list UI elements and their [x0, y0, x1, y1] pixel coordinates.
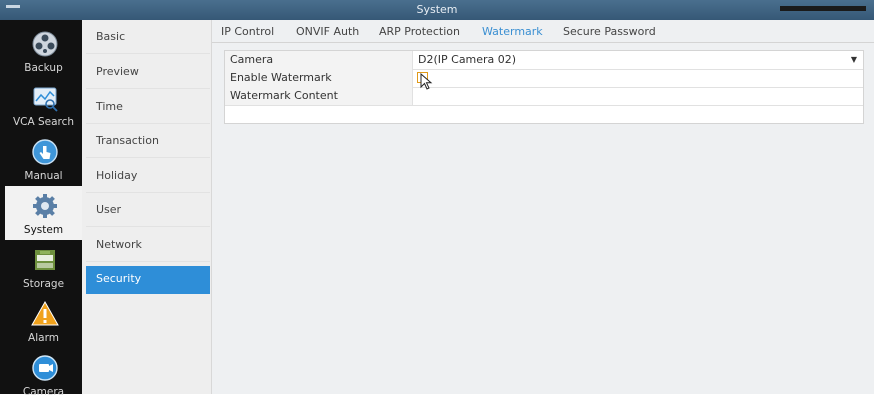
watermark-form: Camera D2(IP Camera 02) ▼ Enable Waterma…: [224, 50, 864, 124]
module-label: Manual: [24, 170, 63, 182]
submenu-item-transaction[interactable]: Transaction: [86, 124, 210, 158]
module-alarm[interactable]: Alarm: [5, 294, 82, 348]
module-label: VCA Search: [12, 116, 75, 128]
window-title-bar: System: [0, 0, 874, 20]
title-bar-accent: [6, 5, 20, 8]
camera-row: Camera D2(IP Camera 02) ▼: [225, 51, 863, 70]
module-manual[interactable]: Manual: [5, 132, 82, 186]
watermark-content-label: Watermark Content: [225, 87, 413, 105]
module-vca-search[interactable]: VCA Search: [5, 78, 82, 132]
camera-select-value: D2(IP Camera 02): [418, 53, 517, 66]
submenu-item-user[interactable]: User: [86, 193, 210, 227]
module-label: System: [23, 224, 64, 236]
submenu-item-preview[interactable]: Preview: [86, 55, 210, 89]
module-backup[interactable]: Backup: [5, 24, 82, 78]
watermark-content-input[interactable]: [414, 87, 863, 105]
camera-select[interactable]: D2(IP Camera 02) ▼: [414, 51, 863, 69]
enable-watermark-cell: [414, 69, 863, 90]
submenu-item-basic[interactable]: Basic: [86, 20, 210, 54]
tab-watermark[interactable]: Watermark: [482, 20, 543, 42]
window-title: System: [416, 3, 458, 16]
title-bar-right-strip: [780, 6, 866, 11]
camera-label: Camera: [225, 51, 413, 69]
module-sidebar: Backup VCA Search Manual System Storage …: [0, 20, 82, 398]
module-storage[interactable]: Storage: [5, 240, 82, 294]
module-label: Alarm: [28, 332, 59, 344]
watermark-content-row: Watermark Content: [225, 87, 863, 106]
submenu-item-time[interactable]: Time: [86, 90, 210, 124]
enable-watermark-row: Enable Watermark: [225, 69, 863, 90]
module-label: Storage: [22, 278, 65, 290]
module-label: Camera: [22, 386, 65, 398]
tab-ip-control[interactable]: IP Control: [221, 20, 274, 42]
module-system[interactable]: System: [5, 186, 82, 240]
system-submenu: Basic Preview Time Transaction Holiday U…: [82, 20, 212, 394]
tab-arp-protection[interactable]: ARP Protection: [379, 20, 460, 42]
tab-secure-password[interactable]: Secure Password: [563, 20, 656, 42]
submenu-item-holiday[interactable]: Holiday: [86, 159, 210, 193]
alarm-icon: [31, 300, 59, 326]
vca-search-icon: [33, 87, 58, 112]
submenu-item-security[interactable]: Security: [86, 266, 210, 294]
manual-icon: [32, 139, 58, 165]
tab-bar: IP Control ONVIF Auth ARP Protection Wat…: [212, 20, 874, 43]
tab-onvif-auth[interactable]: ONVIF Auth: [296, 20, 359, 42]
module-label: Backup: [24, 62, 63, 74]
settings-content: IP Control ONVIF Auth ARP Protection Wat…: [212, 20, 874, 394]
submenu-item-network[interactable]: Network: [86, 228, 210, 262]
chevron-down-icon[interactable]: ▼: [851, 51, 857, 69]
enable-watermark-label: Enable Watermark: [225, 69, 413, 87]
gear-icon: [33, 194, 57, 218]
backup-icon: [32, 31, 58, 57]
camera-icon: [32, 355, 58, 381]
storage-icon: [35, 250, 55, 270]
